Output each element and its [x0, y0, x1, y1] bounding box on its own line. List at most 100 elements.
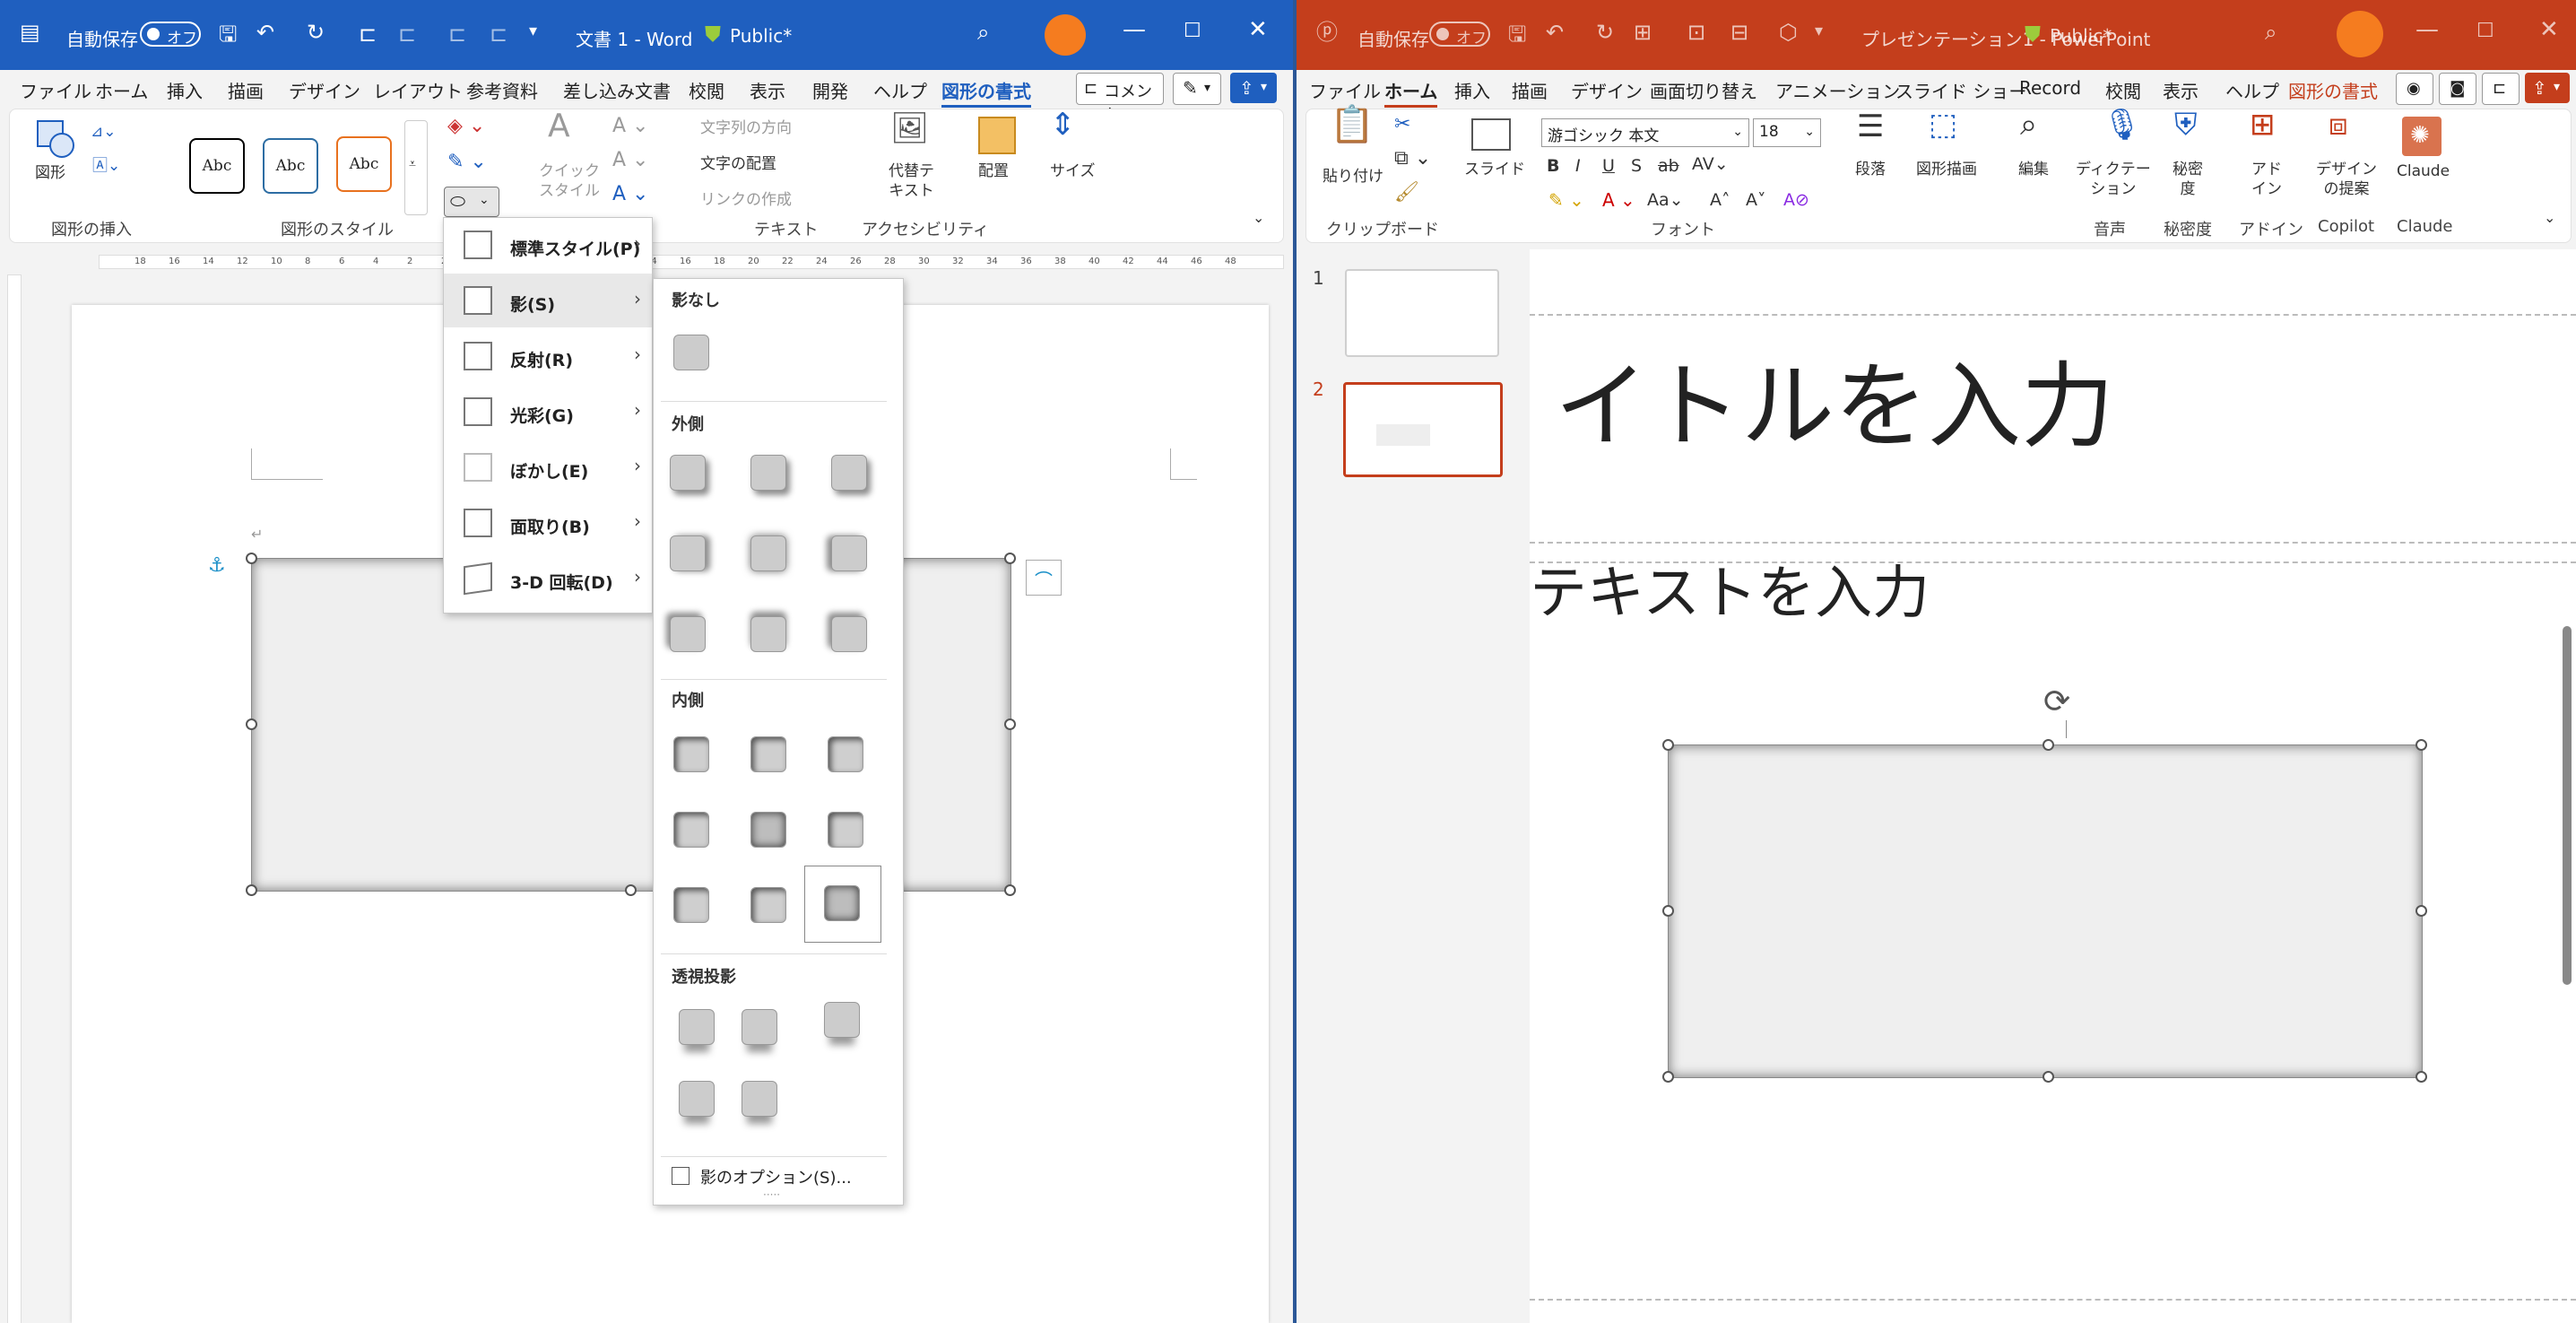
tab-record[interactable]: Record — [2019, 77, 2081, 99]
tab-layout[interactable]: レイアウト — [373, 77, 463, 103]
style-sample-2[interactable]: Abc — [263, 138, 318, 194]
shadow-outer-option[interactable] — [750, 535, 786, 571]
resize-handle[interactable] — [2043, 1071, 2054, 1083]
font-name-select[interactable]: 游ゴシック 本文 ⌄ — [1541, 118, 1749, 147]
tab-review[interactable]: 校閲 — [2105, 77, 2141, 103]
tab-file[interactable]: ファイル — [1309, 77, 1381, 103]
title-placeholder[interactable]: イトルを入力 — [1555, 355, 2114, 458]
tab-design[interactable]: デザイン — [1571, 77, 1643, 103]
strikethrough-button[interactable]: ab — [1658, 156, 1679, 176]
designer-icon[interactable]: ⧈ — [2329, 109, 2348, 140]
comment-prev-icon[interactable]: ⊏ — [398, 23, 416, 45]
tab-view[interactable]: 表示 — [2163, 77, 2199, 103]
char-spacing-button[interactable]: AV⌄ — [1692, 154, 1729, 174]
selected-rectangle-shape[interactable] — [1668, 744, 2423, 1078]
style-gallery-more[interactable]: ⩡ — [404, 120, 428, 215]
resize-handle[interactable] — [1662, 905, 1674, 917]
tab-draw[interactable]: 描画 — [1512, 77, 1548, 103]
text-fill-icon[interactable]: A ⌄ — [612, 117, 648, 136]
sensitivity-label[interactable]: Public* — [730, 25, 792, 47]
tab-insert[interactable]: 挿入 — [167, 77, 203, 103]
tab-file[interactable]: ファイル — [20, 77, 91, 103]
camera-button[interactable]: ◙ — [2439, 73, 2476, 105]
collapse-ribbon-icon[interactable]: ⌄ — [1253, 208, 1264, 228]
vertical-scrollbar[interactable] — [2563, 626, 2572, 985]
shadow-inner-option[interactable] — [673, 812, 709, 848]
editing-mode-button[interactable]: ✎ ▾ — [1173, 73, 1221, 105]
microphone-icon[interactable]: 🎙 — [2103, 109, 2141, 140]
collapse-ribbon-icon[interactable]: ⌄ — [2544, 208, 2555, 228]
size-icon[interactable]: ⇕ — [1050, 109, 1076, 140]
share-button[interactable]: ⇪ ▾ — [1230, 73, 1277, 103]
resize-handle[interactable] — [2416, 905, 2427, 917]
shadow-inner-option[interactable] — [750, 812, 786, 848]
close-icon[interactable]: ✕ — [2539, 18, 2559, 41]
shadow-perspective-option[interactable] — [679, 1009, 715, 1045]
shadow-outer-option[interactable] — [750, 616, 786, 652]
paragraph-icon[interactable]: ☰ — [1857, 111, 1884, 142]
shadow-outer-option[interactable] — [670, 616, 706, 652]
format-painter-icon[interactable]: 🖌 — [1394, 183, 1419, 203]
resize-handle[interactable] — [625, 884, 637, 896]
effects-soft-edges[interactable]: ぼかし(E) › — [444, 440, 652, 494]
avatar[interactable] — [2337, 11, 2383, 57]
shapes-icon[interactable] — [37, 120, 74, 158]
present-icon[interactable]: ⊞ — [1634, 22, 1652, 43]
effects-reflection[interactable]: 反射(R) › — [444, 329, 652, 383]
resize-handle[interactable] — [1662, 1071, 1674, 1083]
slide-canvas[interactable]: イトルを入力 テキストを入力 ⟳ — [1530, 249, 2576, 1323]
minimize-icon[interactable]: — — [2416, 18, 2439, 41]
text-align[interactable]: 文字の配置 — [700, 154, 776, 174]
search-icon[interactable]: ⌕ — [977, 22, 989, 43]
save-icon[interactable]: 🖫 — [1508, 23, 1526, 45]
tab-developer[interactable]: 開発 — [812, 77, 848, 103]
shadow-text-button[interactable]: S — [1631, 156, 1642, 176]
tab-home[interactable]: ホーム — [1384, 77, 1438, 108]
shadow-outer-option[interactable] — [670, 535, 706, 571]
redo-icon[interactable]: ↻ — [307, 22, 325, 43]
create-link[interactable]: リンクの作成 — [700, 190, 792, 210]
effects-glow[interactable]: 光彩(G) › — [444, 385, 652, 439]
tab-transitions[interactable]: 画面切り替え — [1650, 77, 1757, 103]
save-icon[interactable]: 🖫 — [219, 23, 237, 45]
tab-animations[interactable]: アニメーション — [1775, 77, 1900, 103]
minimize-icon[interactable]: — — [1123, 18, 1146, 41]
tab-mailings[interactable]: 差し込み文書 — [563, 77, 671, 103]
undo-icon[interactable]: ↶ — [1546, 22, 1564, 43]
resize-handle[interactable] — [246, 553, 257, 564]
tab-draw[interactable]: 描画 — [228, 77, 264, 103]
shadow-perspective-option[interactable] — [824, 1002, 860, 1038]
comment-qa-icon[interactable]: ⊏ — [359, 23, 377, 45]
tab-view[interactable]: 表示 — [750, 77, 785, 103]
quick-style-icon[interactable]: A — [548, 110, 570, 143]
new-slide-icon[interactable] — [1471, 118, 1511, 151]
autosave-toggle[interactable]: オフ — [1429, 22, 1490, 48]
sensitivity-label[interactable]: Public* — [2050, 25, 2112, 47]
shadow-inner-option[interactable] — [828, 812, 863, 848]
shadow-inner-option[interactable] — [673, 887, 709, 923]
shrink-font-icon[interactable]: A˅ — [1746, 190, 1766, 210]
tab-help[interactable]: ヘルプ — [873, 77, 927, 103]
claude-icon[interactable]: ✺ — [2402, 117, 2442, 156]
subtitle-placeholder[interactable]: テキストを入力 — [1530, 560, 1930, 629]
edit-shape-icon[interactable]: ⊿⌄ — [91, 122, 117, 142]
tab-review[interactable]: 校閲 — [689, 77, 724, 103]
search-icon[interactable]: ⌕ — [2265, 22, 2277, 43]
tab-home[interactable]: ホーム — [95, 77, 148, 103]
shadow-inner-option[interactable] — [750, 736, 786, 772]
shadow-inner-option[interactable] — [673, 736, 709, 772]
effects-bevel[interactable]: 面取り(B) › — [444, 496, 652, 550]
redo-icon[interactable]: ↻ — [1596, 22, 1614, 43]
resize-handle[interactable] — [1004, 884, 1016, 896]
tab-shape-format[interactable]: 図形の書式 — [2288, 77, 2378, 103]
draw-shape-icon[interactable]: ⬚ — [1929, 109, 1957, 140]
shadow-outer-option[interactable] — [670, 455, 706, 491]
style-sample-1[interactable]: Abc — [189, 138, 245, 194]
tab-shape-format[interactable]: 図形の書式 — [941, 77, 1031, 108]
slide-thumbnail-2[interactable] — [1343, 382, 1503, 477]
comment-next-icon[interactable]: ⊏ — [448, 23, 466, 45]
alt-text-icon[interactable]: 🖼 — [890, 113, 929, 144]
resize-handle[interactable] — [1662, 739, 1674, 751]
layout-options-button[interactable]: ⌒ — [1026, 560, 1062, 596]
autosave-toggle[interactable]: オフ — [140, 22, 201, 48]
